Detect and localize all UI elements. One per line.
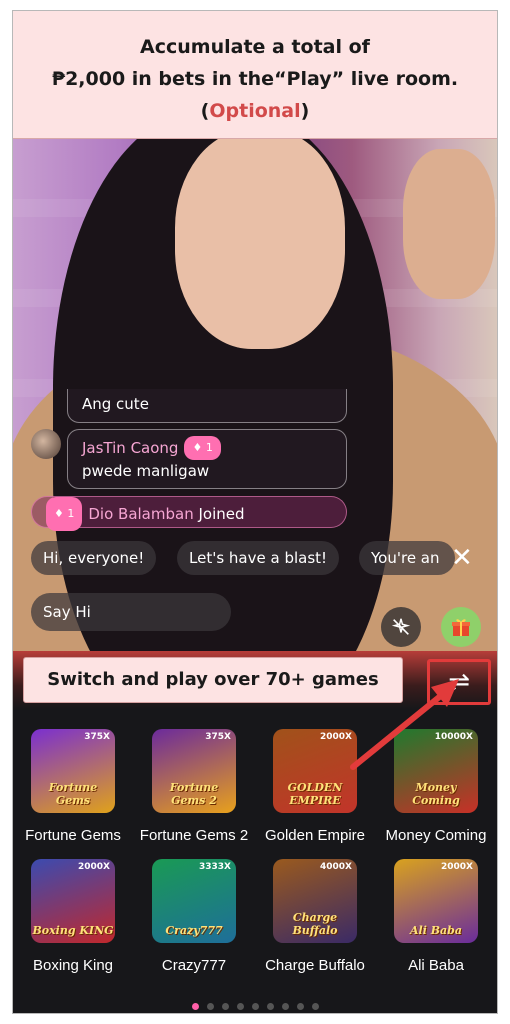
switch-games-callout: Switch and play over 70+ games	[23, 657, 403, 703]
page-dot[interactable]	[251, 1003, 259, 1010]
page-dot[interactable]	[221, 1003, 229, 1010]
game-card[interactable]: 375X Fortune Gems Fortune Gems	[13, 729, 133, 844]
join-notice: ♦ 1 Dio Balamban Joined	[31, 496, 347, 531]
game-thumbnail[interactable]: 2000X Ali Baba	[394, 859, 478, 943]
page-dot[interactable]	[206, 1003, 214, 1010]
streamer-hand	[403, 149, 495, 299]
page-dot[interactable]	[281, 1003, 289, 1010]
page-dot[interactable]	[311, 1003, 319, 1010]
game-name[interactable]: Charge Buffalo	[255, 957, 375, 974]
chat-message: JasTin Caong ♦ 1 pwede manligaw	[67, 429, 347, 489]
live-video[interactable]: Ang cute JasTin Caong ♦ 1 pwede manligaw …	[13, 139, 497, 661]
banner-line-3: (Optional)	[13, 95, 497, 127]
multiplier-tag: 2000X	[78, 862, 110, 872]
page-indicator	[13, 1003, 497, 1010]
quick-reply-3[interactable]: You're an	[359, 541, 455, 575]
paren-close: )	[300, 100, 310, 122]
page-dot[interactable]	[296, 1003, 304, 1010]
game-logo: Money Coming	[412, 781, 460, 807]
game-logo: Crazy777	[165, 924, 223, 937]
game-card[interactable]: 3333X Crazy777 Crazy777	[134, 859, 254, 974]
page-dot[interactable]	[236, 1003, 244, 1010]
multiplier-tag: 2000X	[441, 862, 473, 872]
game-thumbnail[interactable]: 2000X GOLDEN EMPIRE	[273, 729, 357, 813]
game-logo: Ali Baba	[410, 924, 462, 937]
page-dot[interactable]	[191, 1003, 199, 1010]
join-username[interactable]: Dio Balamban	[88, 505, 193, 523]
game-thumbnail[interactable]: 2000X Boxing KING	[31, 859, 115, 943]
gift-icon	[452, 619, 470, 636]
chat-message-text: pwede manligaw	[82, 462, 210, 480]
game-name[interactable]: Money Coming	[376, 827, 496, 844]
game-logo: Fortune Gems 2	[169, 781, 219, 807]
multiplier-tag: 3333X	[199, 862, 231, 872]
game-name[interactable]: Crazy777	[134, 957, 254, 974]
game-name[interactable]: Golden Empire	[255, 827, 375, 844]
game-card[interactable]: 375X Fortune Gems 2 Fortune Gems 2	[134, 729, 254, 844]
game-card[interactable]: 2000X GOLDEN EMPIRE Golden Empire	[255, 729, 375, 844]
swap-icon: ⇌	[448, 667, 470, 697]
banner-line-2: ₱2,000 in bets in the“Play” live room.	[51, 68, 459, 90]
multiplier-tag: 4000X	[320, 862, 352, 872]
task-banner: Accumulate a total of ₱2,000 in bets in …	[13, 11, 497, 139]
close-icon[interactable]: ✕	[451, 543, 473, 573]
level-badge: ♦ 1	[184, 436, 221, 460]
level-value: 1	[67, 507, 75, 520]
level-badge: ♦ 1	[46, 497, 83, 531]
chat-username[interactable]: JasTin Caong	[82, 439, 178, 457]
join-action: Joined	[198, 505, 245, 523]
effects-toggle-button[interactable]	[381, 607, 421, 647]
multiplier-tag: 10000X	[434, 732, 473, 742]
game-thumbnail[interactable]: 4000X Charge Buffalo	[273, 859, 357, 943]
level-value: 1	[205, 441, 213, 454]
chat-message-text: Ang cute	[82, 395, 149, 413]
sparkle-off-icon	[391, 618, 411, 635]
game-thumbnail[interactable]: 3333X Crazy777	[152, 859, 236, 943]
gift-button[interactable]	[441, 607, 481, 647]
avatar[interactable]	[31, 429, 61, 459]
multiplier-tag: 375X	[84, 732, 110, 742]
banner-line-1: Accumulate a total of	[140, 36, 370, 58]
quick-reply-1[interactable]: Hi, everyone!	[31, 541, 157, 575]
page-dot[interactable]	[266, 1003, 274, 1010]
quick-reply-2[interactable]: Let's have a blast!	[177, 541, 340, 575]
multiplier-tag: 2000X	[320, 732, 352, 742]
switch-games-button[interactable]: ⇌	[427, 659, 491, 705]
game-card[interactable]: 10000X Money Coming Money Coming	[376, 729, 496, 844]
game-logo: Fortune Gems	[48, 781, 98, 807]
chat-message-previous: Ang cute	[67, 389, 347, 423]
game-logo: GOLDEN EMPIRE	[287, 781, 343, 807]
app-screen: Accumulate a total of ₱2,000 in bets in …	[12, 10, 498, 1014]
game-thumbnail[interactable]: 10000X Money Coming	[394, 729, 478, 813]
game-logo: Charge Buffalo	[292, 911, 338, 937]
optional-label: Optional	[209, 100, 301, 122]
game-name[interactable]: Fortune Gems	[13, 827, 133, 844]
multiplier-tag: 375X	[205, 732, 231, 742]
say-hi-input[interactable]: Say Hi	[31, 593, 231, 631]
game-card[interactable]: 4000X Charge Buffalo Charge Buffalo	[255, 859, 375, 974]
game-name[interactable]: Ali Baba	[376, 957, 496, 974]
chat-message-header: JasTin Caong ♦ 1	[82, 436, 332, 460]
game-card[interactable]: 2000X Ali Baba Ali Baba	[376, 859, 496, 974]
game-card[interactable]: 2000X Boxing KING Boxing King	[13, 859, 133, 974]
game-thumbnail[interactable]: 375X Fortune Gems 2	[152, 729, 236, 813]
game-thumbnail[interactable]: 375X Fortune Gems	[31, 729, 115, 813]
streamer-face	[175, 139, 345, 349]
game-logo: Boxing KING	[32, 924, 114, 937]
game-panel: Switch and play over 70+ games ⇌ 375X For…	[13, 651, 497, 1013]
game-name[interactable]: Fortune Gems 2	[134, 827, 254, 844]
game-name[interactable]: Boxing King	[13, 957, 133, 974]
